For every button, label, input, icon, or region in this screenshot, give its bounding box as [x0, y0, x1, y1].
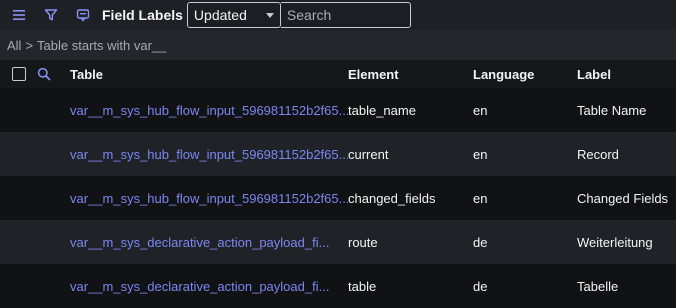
table-cell-label: Table Name	[577, 102, 647, 118]
breadcrumb-separator: >	[25, 37, 34, 53]
hamburger-menu-icon[interactable]	[6, 2, 32, 28]
breadcrumb-condition[interactable]: Table starts with var__	[37, 38, 166, 53]
table-cell-label: Weiterleitung	[577, 234, 653, 250]
table-row: var__m_sys_hub_flow_input_596981152b2f65…	[0, 132, 676, 176]
table-cell-label: Changed Fields	[577, 190, 669, 206]
records-table: Table Element Language Label var__m_sys_…	[0, 60, 676, 308]
table-cell-label: Record	[577, 146, 619, 162]
table-cell-language: de	[473, 278, 488, 294]
column-header-label[interactable]: Label	[577, 60, 676, 88]
table-row: var__m_sys_hub_flow_input_596981152b2f65…	[0, 88, 676, 132]
table-cell-table[interactable]: var__m_sys_hub_flow_input_596981152b2f65…	[70, 132, 348, 176]
search-field-select[interactable]: Updated	[186, 2, 281, 28]
search-input[interactable]	[280, 2, 411, 28]
table-row: var__m_sys_declarative_action_payload_fi…	[0, 264, 676, 308]
table-header-row: Table Element Language Label	[0, 60, 676, 88]
breadcrumb-root[interactable]: All	[7, 38, 21, 53]
table-cell-table[interactable]: var__m_sys_declarative_action_payload_fi…	[70, 264, 348, 308]
table-cell-element: table_name	[348, 102, 416, 118]
table-cell-language: en	[473, 146, 488, 162]
table-cell-language: en	[473, 190, 488, 206]
table-cell-label: Tabelle	[577, 278, 619, 294]
table-cell-table[interactable]: var__m_sys_hub_flow_input_596981152b2f65…	[70, 176, 348, 220]
funnel-filter-icon[interactable]	[38, 2, 64, 28]
table-cell-element: route	[348, 234, 378, 250]
table-row: var__m_sys_declarative_action_payload_fi…	[0, 220, 676, 264]
search-icon[interactable]	[37, 67, 51, 81]
table-cell-table[interactable]: var__m_sys_declarative_action_payload_fi…	[70, 220, 348, 264]
context-menu-icon[interactable]	[70, 2, 96, 28]
list-toolbar: Field Labels Updated	[0, 0, 676, 30]
table-cell-language: de	[473, 234, 488, 250]
table-cell-table[interactable]: var__m_sys_hub_flow_input_596981152b2f65…	[70, 88, 348, 132]
column-header-element[interactable]: Element	[348, 60, 473, 88]
select-value: Updated	[193, 7, 247, 23]
table-row: var__m_sys_hub_flow_input_596981152b2f65…	[0, 176, 676, 220]
caret-down-icon	[265, 12, 274, 18]
table-cell-element: current	[348, 146, 389, 162]
table-cell-element: changed_fields	[348, 190, 436, 206]
column-header-language[interactable]: Language	[473, 60, 577, 88]
table-cell-element: table	[348, 278, 377, 294]
breadcrumb: All > Table starts with var__	[0, 30, 676, 60]
column-header-table[interactable]: Table	[70, 60, 348, 88]
page-title: Field Labels	[102, 7, 183, 23]
select-all-checkbox[interactable]	[12, 67, 26, 81]
table-cell-language: en	[473, 102, 488, 118]
